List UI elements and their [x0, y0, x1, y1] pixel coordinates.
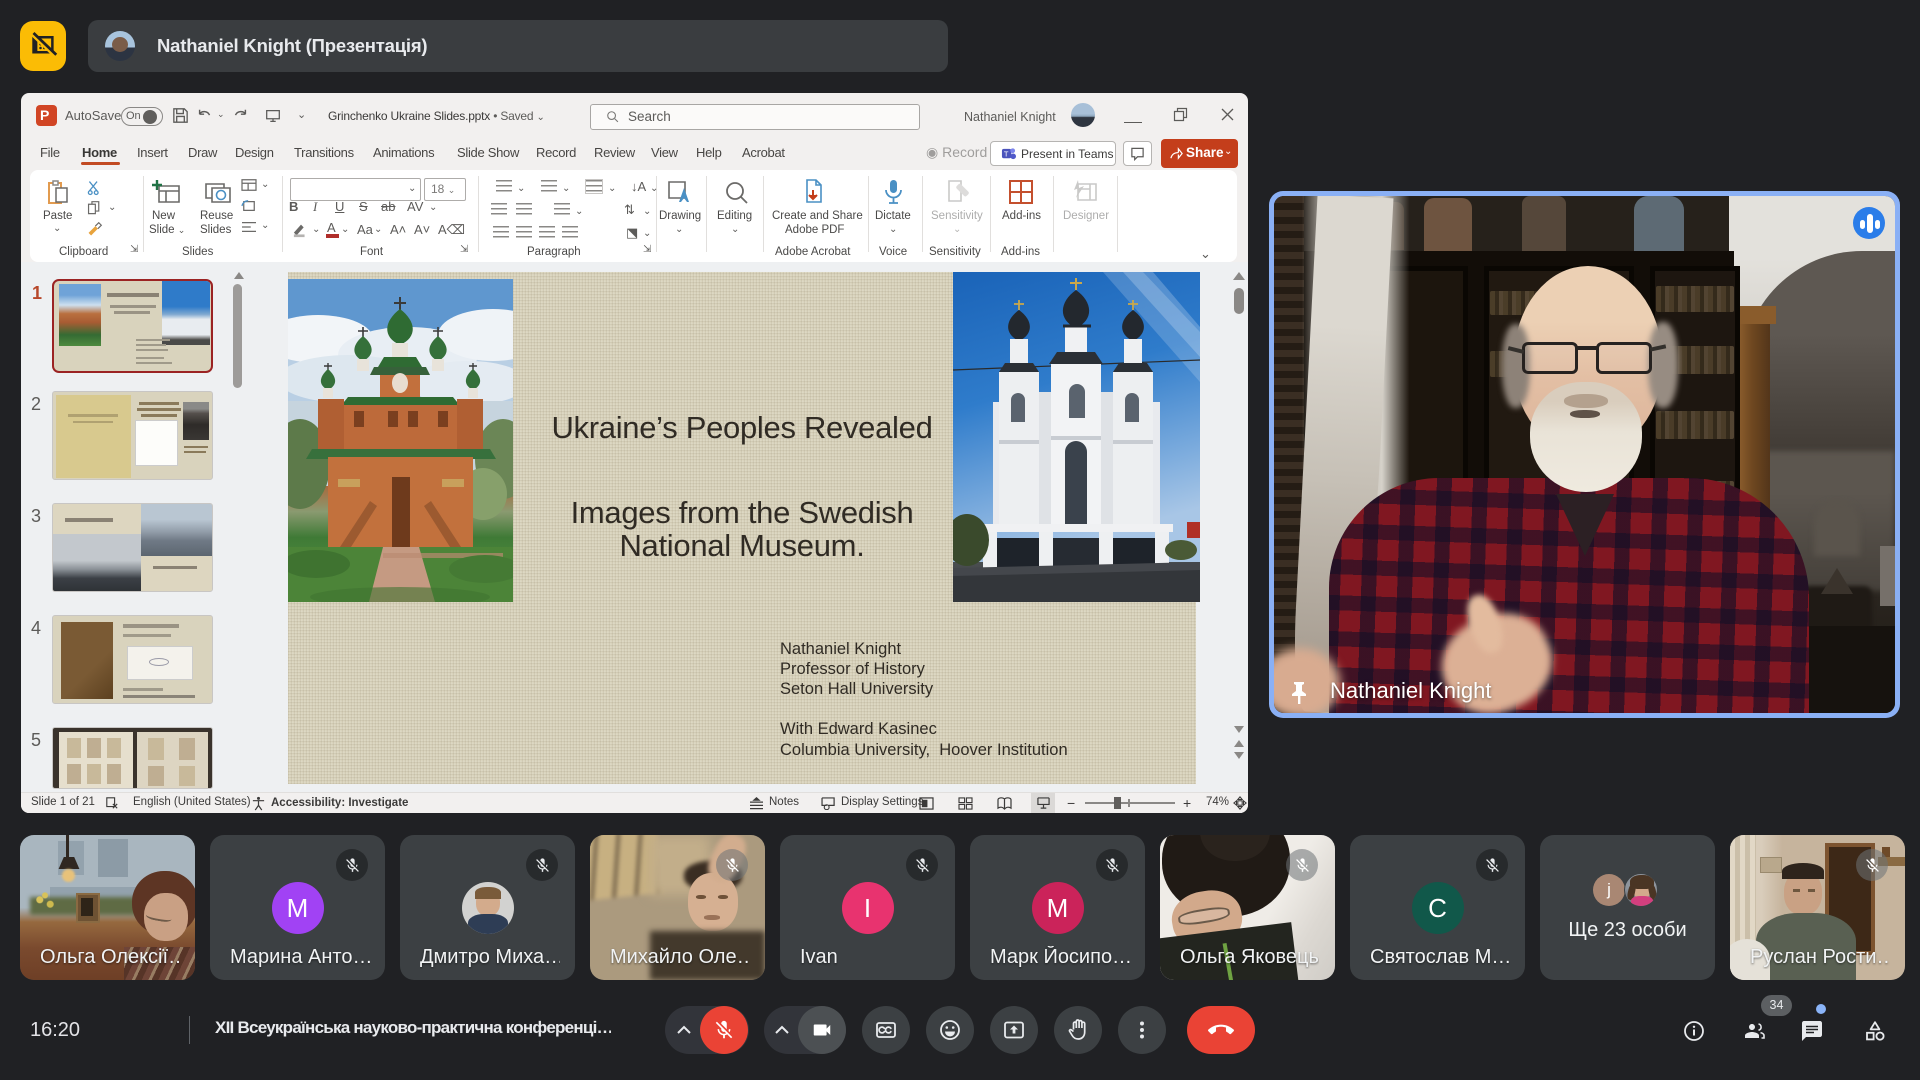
svg-text:T: T: [1004, 149, 1009, 158]
